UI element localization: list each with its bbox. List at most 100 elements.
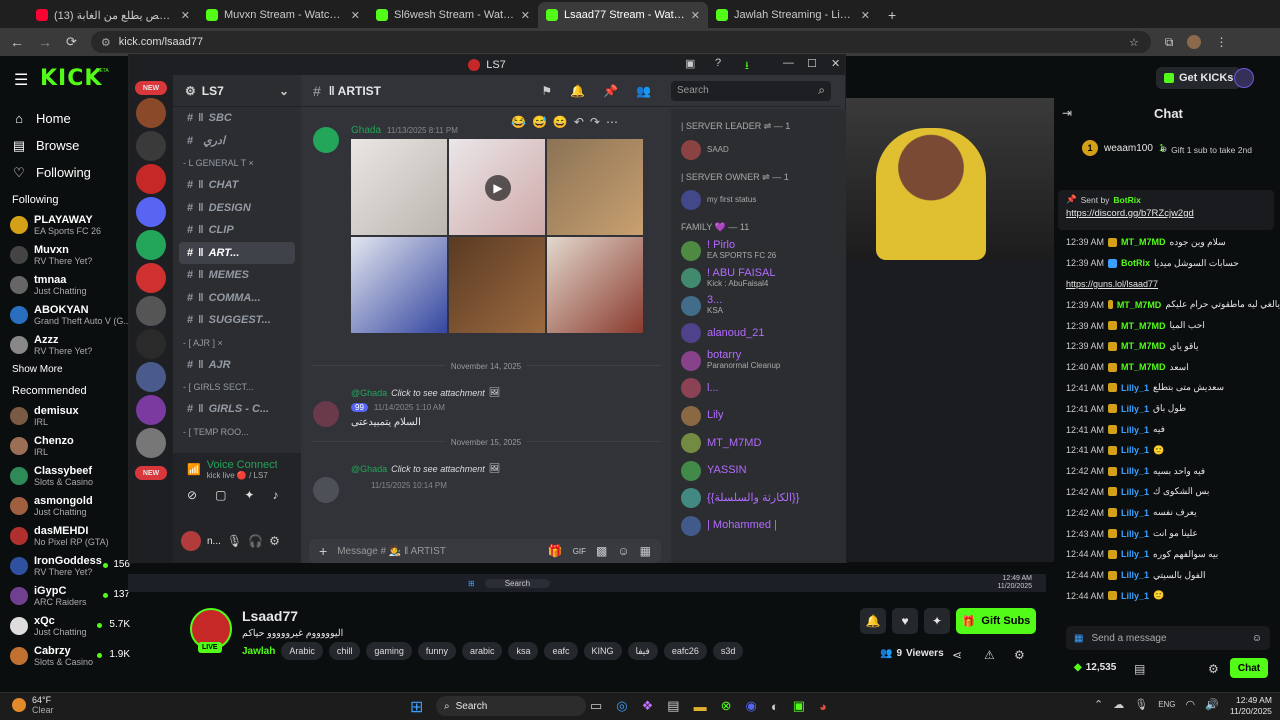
chat-message[interactable]: 12:44 AM Lilly_1 بيه سوالفهم كوره [1054,544,1280,565]
windows-start-icon[interactable]: ⊞ [410,697,423,717]
menu-icon[interactable]: ☰ [14,70,28,90]
channel-item[interactable]: ABOKYAN Grand Theft Auto V (G... [0,300,130,330]
member-item[interactable]: ! Pirlo EA SPORTS FC 26 [671,237,847,265]
channel-item[interactable]: # ‖ CHAT [173,174,301,197]
message-username[interactable]: MT_M7MD [1121,237,1166,247]
get-kicks-button[interactable]: Get KICKs [1156,67,1242,89]
settings-icon[interactable]: ⚙ [269,534,280,548]
forward-icon[interactable]: → [38,34,52,50]
channel-item[interactable]: # ‖ COMMA... [173,287,301,310]
image-gallery[interactable]: ▶ [351,139,645,335]
weather-widget[interactable]: 64°F Clear [12,695,54,715]
channel-item[interactable]: # ادري [173,130,301,153]
browser-tab[interactable]: Sl6wesh Stream - Watch Live on✕ [368,2,538,28]
channel-item[interactable]: demisux IRL [0,401,130,431]
gallery-video[interactable]: ▶ [449,139,545,235]
user-avatar[interactable] [1234,68,1254,88]
soundboard-icon[interactable]: ♪ [272,488,278,502]
message-username[interactable]: Lilly_1 [1121,529,1149,539]
chrome-icon[interactable]: ◕ [819,699,827,714]
activity-icon[interactable]: ✦ [244,488,254,502]
member-item[interactable]: {{الكارثة والسلسلة}} [671,485,847,513]
chat-message[interactable]: 12:43 AM Lilly_1 علينا مو انت [1054,523,1280,544]
chat-message[interactable]: 12:41 AM Lilly_1 سعديش متى بتطلع [1054,378,1280,399]
more-icon[interactable]: ⋯ [606,115,618,129]
server-icon[interactable] [136,230,166,260]
server-header[interactable]: ⚙ LS7 ⌄ [173,75,301,107]
chat-message[interactable]: 12:41 AM Lilly_1 فيه [1054,419,1280,440]
emoji-icon[interactable]: ☺ [617,544,629,558]
reply-icon[interactable]: ↶ [574,115,584,129]
member-item[interactable]: Lily [671,402,847,430]
stream-tag[interactable]: eafc26 [663,642,707,660]
tab-close-icon[interactable]: ✕ [181,9,190,22]
taskbar-search[interactable]: ⌕ Search [436,696,586,716]
threads-icon[interactable]: ⚑ [541,84,552,98]
channel-category[interactable]: - [ TEMP ROO... [173,421,301,443]
emoji-laugh-icon[interactable]: 😂 [511,115,526,129]
noise-suppress-icon[interactable]: ⊘ [187,488,197,502]
server-icon[interactable] [136,98,166,128]
channel-category[interactable]: - L GENERAL T × [173,152,301,174]
stream-tag[interactable]: eafc [544,642,578,660]
task-view-icon[interactable]: ▭ [590,698,602,714]
member-item[interactable]: | Mohammed | [671,512,847,540]
top-gifter[interactable]: 1 weaam100 1 [1082,140,1164,156]
channel-item[interactable]: # ‖ DESIGN [173,197,301,220]
chat-input[interactable]: ▦ Send a message ☺ [1066,626,1270,650]
chat-message[interactable]: 12:42 AM Lilly_1 فيه واحد بسيه [1054,461,1280,482]
channel-item[interactable]: # ‖ AJR [173,354,301,377]
channel-item[interactable]: asmongold Just Chatting [0,491,130,521]
maximize-icon[interactable]: ☐ [807,57,817,70]
channel-item[interactable]: Classybeef Slots & Casino [0,461,130,491]
gallery-image[interactable] [547,237,643,333]
volume-icon[interactable]: 🔊 [1205,698,1219,711]
message-username[interactable]: MT_M7MD [1121,341,1166,351]
chat-message[interactable]: 12:39 AM MT_M7MD احب الميا [1054,315,1280,336]
message-username[interactable]: Lilly_1 [1121,591,1149,601]
search-box[interactable]: Search ⌕ [671,80,831,101]
back-icon[interactable]: ← [10,34,24,50]
channel-item[interactable]: # ‖ ART... [179,241,295,264]
channel-item[interactable]: xQc Just Chatting 5.7K [0,611,130,641]
kicks-balance[interactable]: ◆ 12,535 [1074,662,1116,673]
emoji-icon[interactable]: ☺ [1252,633,1262,644]
collapse-chat-icon[interactable]: ⇥ [1062,106,1072,120]
channel-item[interactable]: tmnaa Just Chatting [0,270,130,300]
lang-indicator[interactable]: ENG [1158,700,1175,709]
message-username[interactable]: Lilly_1 [1121,570,1149,580]
nav-home[interactable]: ⌂ Home [0,105,130,132]
message-username[interactable]: MT_M7MD [1121,362,1166,372]
store-icon[interactable]: ▤ [667,698,679,714]
xbox-icon[interactable]: ⊗ [721,698,732,714]
plus-icon[interactable]: + [319,543,327,559]
clock[interactable]: 12:49 AM 11/20/2025 [1230,695,1272,717]
chat-message[interactable]: 12:44 AM Lilly_1 الفول بالسيتي [1054,565,1280,586]
sticker-icon[interactable]: ▩ [596,544,607,558]
explorer-icon[interactable]: ▬ [694,699,707,714]
server-icon[interactable] [136,428,166,458]
gif-icon[interactable]: GIF [573,547,586,556]
message-username[interactable]: Lilly_1 [1121,383,1149,393]
member-item[interactable]: alanoud_21 [671,320,847,348]
notify-button[interactable]: 🔔 [860,608,886,634]
stream-tag[interactable]: s3d [712,642,744,660]
chat-message[interactable]: 12:39 AM MT_M7MD ياقو ياي [1054,336,1280,357]
tray-chevron-icon[interactable]: ⌃ [1094,698,1103,711]
browser-tab[interactable]: Muvxn Stream - Watch Live on✕ [198,2,368,28]
server-icon[interactable] [136,329,166,359]
message-username[interactable]: Lilly_1 [1121,425,1149,435]
member-item[interactable]: ! ABU FAISAL Kick : AbuFaisal4 [671,265,847,293]
channel-item[interactable]: Cabrzy Slots & Casino 1.9K [0,641,130,671]
channel-item[interactable]: # ‖ GIRLS - C... [173,398,301,421]
server-icon[interactable] [136,296,166,326]
bookmark-star-icon[interactable]: ☆ [1129,36,1139,49]
share-icon[interactable]: ⋖ [952,648,962,662]
kick-app-icon[interactable]: ▣ [793,698,805,714]
message-composer[interactable]: + Message # 🧑‍🎨 ‖ ARTIST 🎁 GIF ▩ ☺ ▦ [309,539,661,563]
member-item[interactable]: 3... KSA [671,292,847,320]
chat-message[interactable]: 12:42 AM Lilly_1 يعرف نفسه [1054,502,1280,523]
stream-video[interactable] [846,98,1054,260]
pinned-message[interactable]: 📌 Sent by BotRix https://discord.gg/b7RZcj… [1058,190,1274,230]
site-info-icon[interactable]: ⚙ [101,36,111,49]
